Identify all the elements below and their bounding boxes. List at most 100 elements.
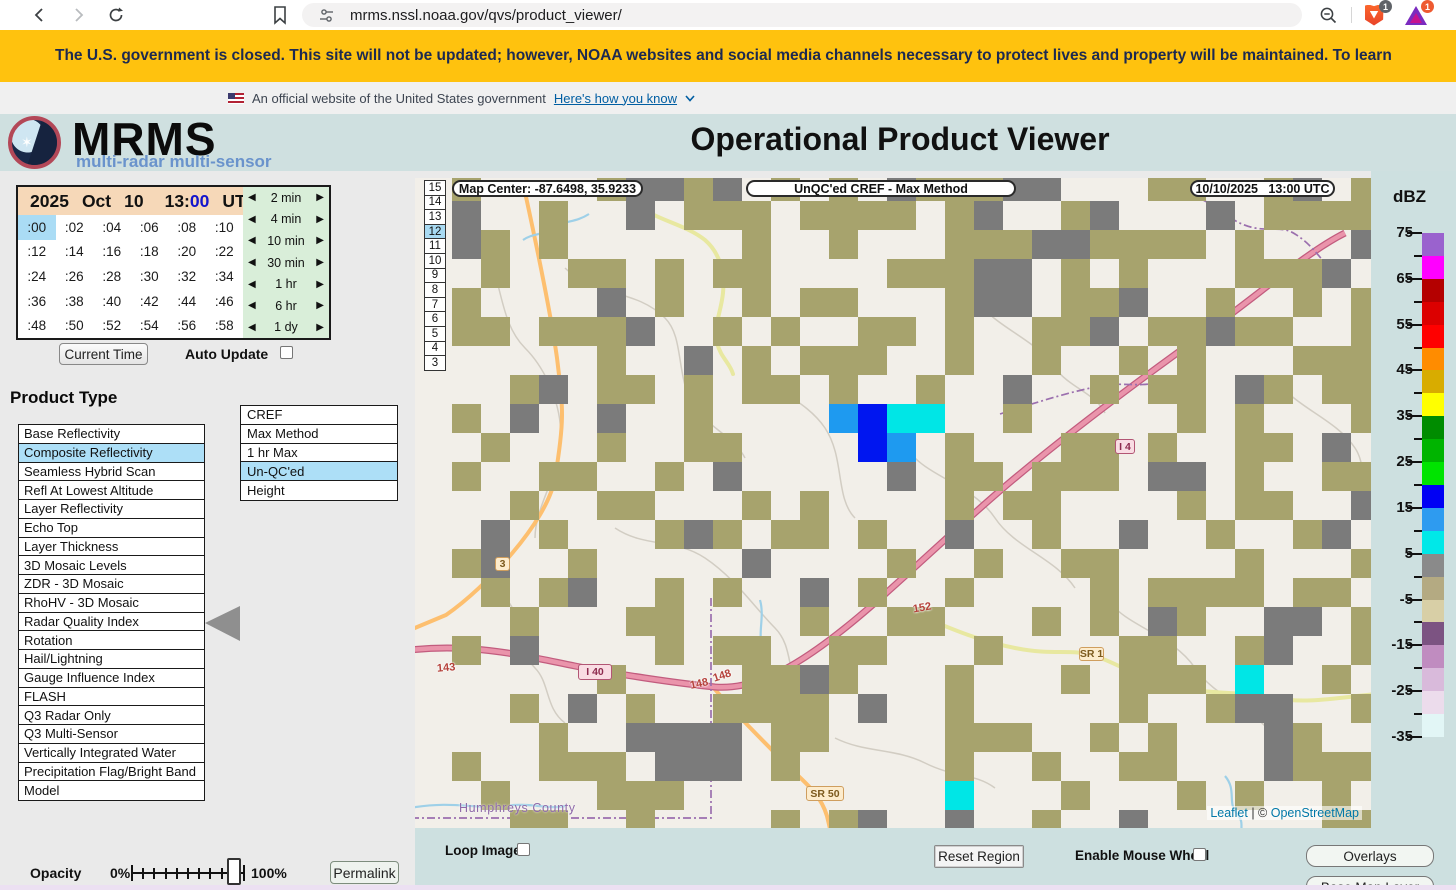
step-forward-icon[interactable]: ▶ bbox=[316, 322, 324, 333]
minute-cell[interactable]: :08 bbox=[168, 215, 206, 240]
minute-cell[interactable]: :10 bbox=[206, 215, 244, 240]
product-type-item[interactable]: Gauge Influence Index bbox=[19, 669, 204, 688]
step-back-icon[interactable]: ◀ bbox=[248, 257, 256, 268]
zoom-out-icon[interactable] bbox=[1316, 3, 1340, 27]
step-forward-icon[interactable]: ▶ bbox=[316, 192, 324, 203]
step-forward-icon[interactable]: ▶ bbox=[316, 279, 324, 290]
minute-cell[interactable]: :34 bbox=[206, 264, 244, 289]
map-zoom-level-button[interactable]: 4 bbox=[424, 340, 446, 357]
minute-cell[interactable]: :56 bbox=[168, 313, 206, 338]
minute-cell[interactable]: :58 bbox=[206, 313, 244, 338]
minute-cell[interactable]: :40 bbox=[93, 289, 131, 314]
auto-update-checkbox[interactable] bbox=[280, 346, 293, 359]
step-forward-icon[interactable]: ▶ bbox=[316, 257, 324, 268]
product-type-item[interactable]: Precipitation Flag/Bright Band bbox=[19, 763, 204, 782]
leaflet-link[interactable]: Leaflet bbox=[1210, 806, 1248, 820]
minute-cell[interactable]: :00 bbox=[18, 215, 56, 240]
map-zoom-level-button[interactable]: 12 bbox=[424, 223, 446, 240]
mouse-wheel-checkbox[interactable] bbox=[1193, 848, 1206, 861]
map-zoom-level-button[interactable]: 11 bbox=[424, 238, 446, 254]
minute-cell[interactable]: :50 bbox=[56, 313, 94, 338]
minute-cell[interactable]: :20 bbox=[168, 240, 206, 265]
forward-icon[interactable] bbox=[66, 3, 90, 27]
minute-cell[interactable]: :52 bbox=[93, 313, 131, 338]
permalink-button[interactable]: Permalink bbox=[330, 861, 399, 884]
minute-cell[interactable]: :12 bbox=[18, 240, 56, 265]
product-type-item[interactable]: RhoHV - 3D Mosaic bbox=[19, 594, 204, 613]
opacity-slider-handle[interactable] bbox=[227, 858, 241, 885]
loop-image-checkbox[interactable] bbox=[517, 843, 530, 856]
reset-region-button[interactable]: Reset Region bbox=[934, 845, 1024, 868]
minute-cell[interactable]: :14 bbox=[56, 240, 94, 265]
minute-cell[interactable]: :32 bbox=[168, 264, 206, 289]
product-type-item[interactable]: 3D Mosaic Levels bbox=[19, 556, 204, 575]
submenu-item[interactable]: Height bbox=[241, 481, 397, 500]
step-forward-icon[interactable]: ▶ bbox=[316, 235, 324, 246]
minute-cell[interactable]: :36 bbox=[18, 289, 56, 314]
minute-cell[interactable]: :30 bbox=[131, 264, 169, 289]
brave-shield-icon[interactable]: 1 bbox=[1362, 0, 1392, 27]
minute-cell[interactable]: :42 bbox=[131, 289, 169, 314]
chevron-down-icon[interactable] bbox=[685, 94, 695, 102]
minute-cell[interactable]: :16 bbox=[93, 240, 131, 265]
minute-cell[interactable]: :18 bbox=[131, 240, 169, 265]
map-zoom-level-button[interactable]: 15 bbox=[424, 180, 446, 196]
map[interactable]: Map Center: -87.6498, 35.9233 UnQC'ed CR… bbox=[415, 178, 1371, 828]
minute-cell[interactable]: :22 bbox=[206, 240, 244, 265]
minute-cell[interactable]: :04 bbox=[93, 215, 131, 240]
minute-cell[interactable]: :28 bbox=[93, 264, 131, 289]
url-bar[interactable]: mrms.nssl.noaa.gov/qvs/product_viewer/ bbox=[302, 3, 1302, 27]
current-time-button[interactable]: Current Time bbox=[59, 343, 148, 365]
submenu-item[interactable]: Max Method bbox=[241, 425, 397, 444]
submenu-item[interactable]: 1 hr Max bbox=[241, 444, 397, 463]
map-zoom-level-button[interactable]: 14 bbox=[424, 194, 446, 211]
product-type-item[interactable]: Hail/Lightning bbox=[19, 650, 204, 669]
product-type-item[interactable]: Layer Reflectivity bbox=[19, 500, 204, 519]
minute-cell[interactable]: :48 bbox=[18, 313, 56, 338]
step-back-icon[interactable]: ◀ bbox=[248, 235, 256, 246]
reload-icon[interactable] bbox=[104, 3, 128, 27]
product-type-item[interactable]: Echo Top bbox=[19, 519, 204, 538]
product-type-item[interactable]: Vertically Integrated Water bbox=[19, 744, 204, 763]
minute-cell[interactable]: :54 bbox=[131, 313, 169, 338]
product-type-item[interactable]: Q3 Radar Only bbox=[19, 706, 204, 725]
map-zoom-level-button[interactable]: 8 bbox=[424, 282, 446, 298]
map-zoom-level-button[interactable]: 9 bbox=[424, 267, 446, 284]
product-type-item[interactable]: Refl At Lowest Altitude bbox=[19, 481, 204, 500]
product-type-item[interactable]: Composite Reflectivity bbox=[19, 443, 204, 463]
brave-rewards-icon[interactable]: 1 bbox=[1404, 0, 1434, 27]
step-forward-icon[interactable]: ▶ bbox=[316, 300, 324, 311]
minute-cell[interactable]: :44 bbox=[168, 289, 206, 314]
site-settings-icon[interactable] bbox=[314, 3, 338, 27]
step-back-icon[interactable]: ◀ bbox=[248, 214, 256, 225]
step-back-icon[interactable]: ◀ bbox=[248, 322, 256, 333]
minute-cell[interactable]: :26 bbox=[56, 264, 94, 289]
product-type-item[interactable]: Rotation bbox=[19, 631, 204, 650]
map-zoom-level-button[interactable]: 7 bbox=[424, 296, 446, 313]
map-zoom-level-button[interactable]: 13 bbox=[424, 209, 446, 225]
minute-cell[interactable]: :46 bbox=[206, 289, 244, 314]
product-type-item[interactable]: Radar Quality Index bbox=[19, 613, 204, 632]
product-type-item[interactable]: Q3 Multi-Sensor bbox=[19, 725, 204, 744]
osm-link[interactable]: OpenStreetMap bbox=[1271, 806, 1359, 820]
minute-cell[interactable]: :06 bbox=[131, 215, 169, 240]
step-back-icon[interactable]: ◀ bbox=[248, 192, 256, 203]
back-icon[interactable] bbox=[28, 3, 52, 27]
minute-cell[interactable]: :24 bbox=[18, 264, 56, 289]
product-type-item[interactable]: Base Reflectivity bbox=[19, 425, 204, 444]
minute-cell[interactable]: :38 bbox=[56, 289, 94, 314]
how-you-know-link[interactable]: Here's how you know bbox=[554, 91, 677, 106]
map-zoom-level-button[interactable]: 6 bbox=[424, 311, 446, 327]
product-type-item[interactable]: FLASH bbox=[19, 688, 204, 707]
product-type-item[interactable]: ZDR - 3D Mosaic bbox=[19, 575, 204, 594]
map-zoom-level-button[interactable]: 3 bbox=[424, 355, 446, 371]
submenu-item[interactable]: Un-QC'ed bbox=[241, 462, 397, 482]
product-type-item[interactable]: Seamless Hybrid Scan bbox=[19, 463, 204, 482]
step-back-icon[interactable]: ◀ bbox=[248, 279, 256, 290]
overlays-button[interactable]: Overlays bbox=[1306, 845, 1434, 867]
submenu-item[interactable]: CREF bbox=[241, 406, 397, 425]
map-zoom-level-button[interactable]: 10 bbox=[424, 252, 446, 269]
product-type-item[interactable]: Layer Thickness bbox=[19, 538, 204, 557]
minute-cell[interactable]: :02 bbox=[56, 215, 94, 240]
step-forward-icon[interactable]: ▶ bbox=[316, 214, 324, 225]
